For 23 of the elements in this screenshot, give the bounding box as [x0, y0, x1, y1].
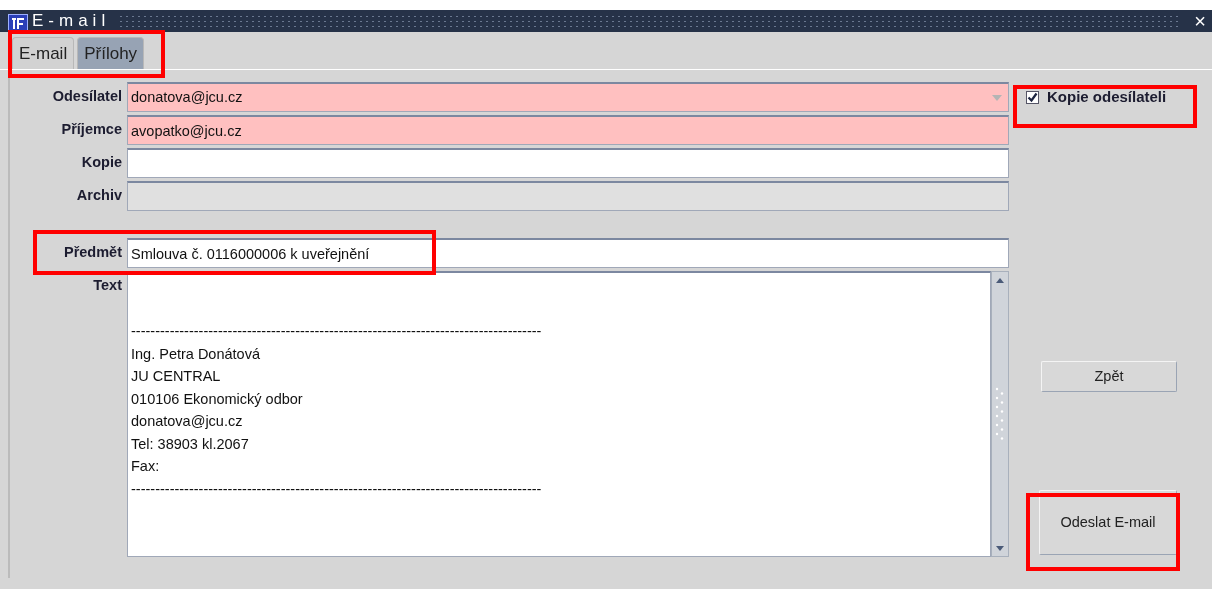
checkbox[interactable] — [1026, 90, 1039, 104]
field-label: Archiv — [75, 186, 123, 205]
scroll-grip-icon[interactable] — [995, 387, 1004, 440]
back-button[interactable]: Zpět — [1041, 361, 1177, 392]
field-label: Příjemce — [60, 120, 123, 139]
field-label: Kopie — [80, 153, 123, 172]
checkbox-label: Kopie odesílateli — [1047, 87, 1167, 107]
scrollbar[interactable] — [991, 271, 1009, 557]
field-label: Předmět — [62, 243, 123, 262]
scroll-up-icon[interactable] — [996, 278, 1004, 283]
field-label: Text — [92, 276, 123, 295]
message-field[interactable]: ------------------------------------------------------------------------------------- Ing. Petra Donátová JU CENTRAL 010106 Ekonomický odbor donatova@jcu.cz Tel: 38903 kl.2067 Fax: ------------------------------------------------------------------------------------- — [127, 271, 991, 557]
close-button[interactable]: × — [1188, 11, 1212, 31]
tab[interactable]: Přílohy — [77, 37, 145, 69]
sender-dropdown[interactable]: donatova@jcu.cz — [127, 82, 1009, 112]
tab[interactable]: E-mail — [12, 37, 75, 69]
field-label: Odesílatel — [51, 87, 123, 106]
scroll-down-icon[interactable] — [996, 546, 1004, 551]
dropdown-arrow-icon — [992, 94, 1002, 101]
window-title: E-mail — [32, 11, 111, 31]
send-button[interactable]: Odeslat E-mail — [1039, 490, 1177, 555]
input-field[interactable]: avopatko@jcu.cz — [127, 115, 1009, 145]
input-field[interactable]: Smlouva č. 0116000006 k uveřejnění — [127, 238, 1009, 268]
